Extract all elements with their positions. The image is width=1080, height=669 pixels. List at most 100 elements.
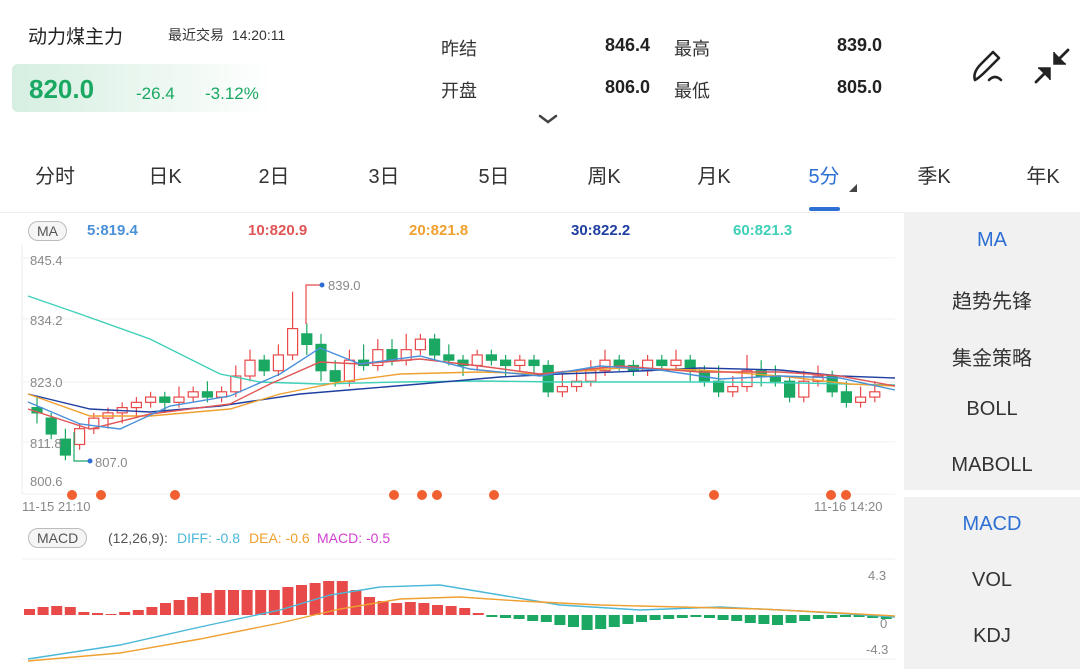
signal-dot bbox=[709, 490, 719, 500]
macd-diff: DIFF: -0.8 bbox=[177, 530, 241, 546]
last-trade-label: 最近交易 bbox=[168, 27, 224, 43]
macd-bar bbox=[500, 615, 511, 618]
period-tabs: 分时 日K 2日 3日 5日 周K 月K 5分 季K 年K bbox=[0, 150, 1080, 200]
macd-bar bbox=[459, 608, 471, 615]
tab-3day[interactable]: 3日 bbox=[368, 160, 399, 189]
tab-season-k[interactable]: 季K bbox=[917, 160, 950, 189]
side-item-kdj[interactable]: KDJ bbox=[904, 625, 1080, 648]
macd-bar bbox=[568, 615, 579, 627]
ma-badge[interactable]: MA bbox=[28, 221, 67, 241]
macd-bar bbox=[527, 615, 539, 621]
price-axis-2: 834.2 bbox=[30, 313, 63, 328]
high-leader bbox=[305, 284, 322, 324]
chevron-down-icon[interactable] bbox=[536, 112, 560, 126]
macd-axis-mid: 0 bbox=[880, 616, 888, 631]
macd-bar bbox=[513, 615, 525, 619]
candle-body bbox=[528, 359, 540, 367]
candle-body bbox=[556, 385, 569, 393]
macd-bar bbox=[676, 615, 688, 618]
triangle-dropdown-icon[interactable] bbox=[848, 183, 858, 193]
macd-bar bbox=[432, 605, 443, 615]
candle-body bbox=[287, 327, 299, 356]
prev-settle-value: 846.4 bbox=[604, 35, 650, 55]
macd-bar bbox=[731, 615, 743, 621]
side-item-ma[interactable]: MA bbox=[904, 229, 1080, 252]
signal-dot bbox=[489, 490, 499, 500]
macd-bar bbox=[772, 615, 783, 625]
time-axis-start: 11-15 21:10 bbox=[22, 499, 91, 514]
ma5-value: 5:819.4 bbox=[87, 222, 138, 239]
candle-body bbox=[840, 391, 853, 403]
candle-body bbox=[130, 401, 142, 409]
tab-month-k[interactable]: 月K bbox=[697, 160, 730, 189]
side-item-macd[interactable]: MACD bbox=[904, 513, 1080, 536]
last-trade-info: 最近交易 14:20:11 bbox=[168, 25, 285, 45]
ma20-value: 20:821.8 bbox=[409, 222, 469, 239]
price-axis-3: 823.0 bbox=[30, 375, 63, 390]
macd-bar bbox=[758, 615, 770, 624]
macd-bar bbox=[404, 602, 416, 615]
candle-body bbox=[159, 396, 171, 403]
tab-5day[interactable]: 5日 bbox=[478, 160, 509, 189]
side-item-maboll[interactable]: MABOLL bbox=[904, 454, 1080, 477]
candle-body bbox=[429, 338, 441, 356]
candle-body bbox=[500, 359, 512, 367]
tab-fenshi[interactable]: 分时 bbox=[35, 160, 75, 189]
macd-bar bbox=[364, 597, 375, 615]
last-price: 820.0 bbox=[29, 74, 95, 104]
macd-bar bbox=[595, 615, 607, 629]
tab-day-k[interactable]: 日K bbox=[148, 160, 181, 189]
signal-dot bbox=[389, 490, 399, 500]
macd-bar bbox=[445, 606, 457, 615]
price-axis-top: 845.4 bbox=[30, 253, 63, 268]
macd-bar bbox=[255, 590, 267, 615]
candlestick-chart[interactable] bbox=[0, 244, 904, 516]
side-item-trend[interactable]: 趋势先锋 bbox=[904, 285, 1080, 314]
candle-body bbox=[727, 385, 739, 393]
candle-body bbox=[187, 391, 199, 398]
tab-year-k[interactable]: 年K bbox=[1026, 160, 1059, 189]
macd-bar bbox=[649, 615, 661, 620]
tab-2day[interactable]: 2日 bbox=[258, 160, 289, 189]
ma10-value: 10:820.9 bbox=[248, 222, 308, 239]
side-item-vol[interactable]: VOL bbox=[904, 569, 1080, 592]
pen-draw-icon[interactable] bbox=[967, 46, 1007, 86]
low-value: 805.0 bbox=[836, 77, 882, 97]
macd-bar bbox=[717, 615, 729, 620]
macd-bar bbox=[78, 612, 90, 615]
macd-bar bbox=[840, 615, 851, 617]
macd-badge[interactable]: MACD bbox=[28, 528, 88, 548]
candle-body bbox=[258, 359, 270, 372]
price-axis-bottom: 800.6 bbox=[30, 474, 63, 489]
side-item-boll[interactable]: BOLL bbox=[904, 398, 1080, 421]
macd-bar bbox=[105, 614, 117, 615]
open-value: 806.0 bbox=[604, 77, 650, 97]
price-change: -26.4 bbox=[136, 84, 175, 103]
tab-week-k[interactable]: 周K bbox=[587, 160, 620, 189]
collapse-arrows-icon[interactable] bbox=[1032, 46, 1072, 86]
macd-bar bbox=[146, 607, 158, 615]
macd-bar bbox=[132, 610, 144, 615]
prev-settle-label: 昨结 bbox=[441, 39, 477, 59]
macd-bar bbox=[812, 615, 824, 619]
side-item-jijin[interactable]: 集金策略 bbox=[904, 342, 1080, 371]
macd-chart[interactable] bbox=[0, 555, 904, 669]
macd-bar bbox=[24, 609, 35, 615]
signal-dot bbox=[96, 490, 106, 500]
tab-5min[interactable]: 5分 bbox=[808, 160, 839, 189]
candle-body bbox=[514, 359, 526, 367]
macd-bar bbox=[51, 606, 63, 615]
candle-body bbox=[783, 380, 796, 398]
macd-bar bbox=[554, 615, 566, 625]
macd-bar bbox=[92, 613, 103, 615]
macd-bar bbox=[119, 612, 131, 615]
candle-body bbox=[173, 396, 185, 403]
macd-params: (12,26,9): bbox=[108, 530, 168, 546]
signal-dot bbox=[417, 490, 427, 500]
price-axis-4: 811.8 bbox=[30, 436, 62, 451]
macd-bar bbox=[391, 603, 403, 615]
ma60-value: 60:821.3 bbox=[733, 222, 793, 239]
candle-body bbox=[471, 354, 483, 367]
macd-bar bbox=[581, 615, 593, 630]
active-tab-indicator bbox=[809, 207, 840, 211]
